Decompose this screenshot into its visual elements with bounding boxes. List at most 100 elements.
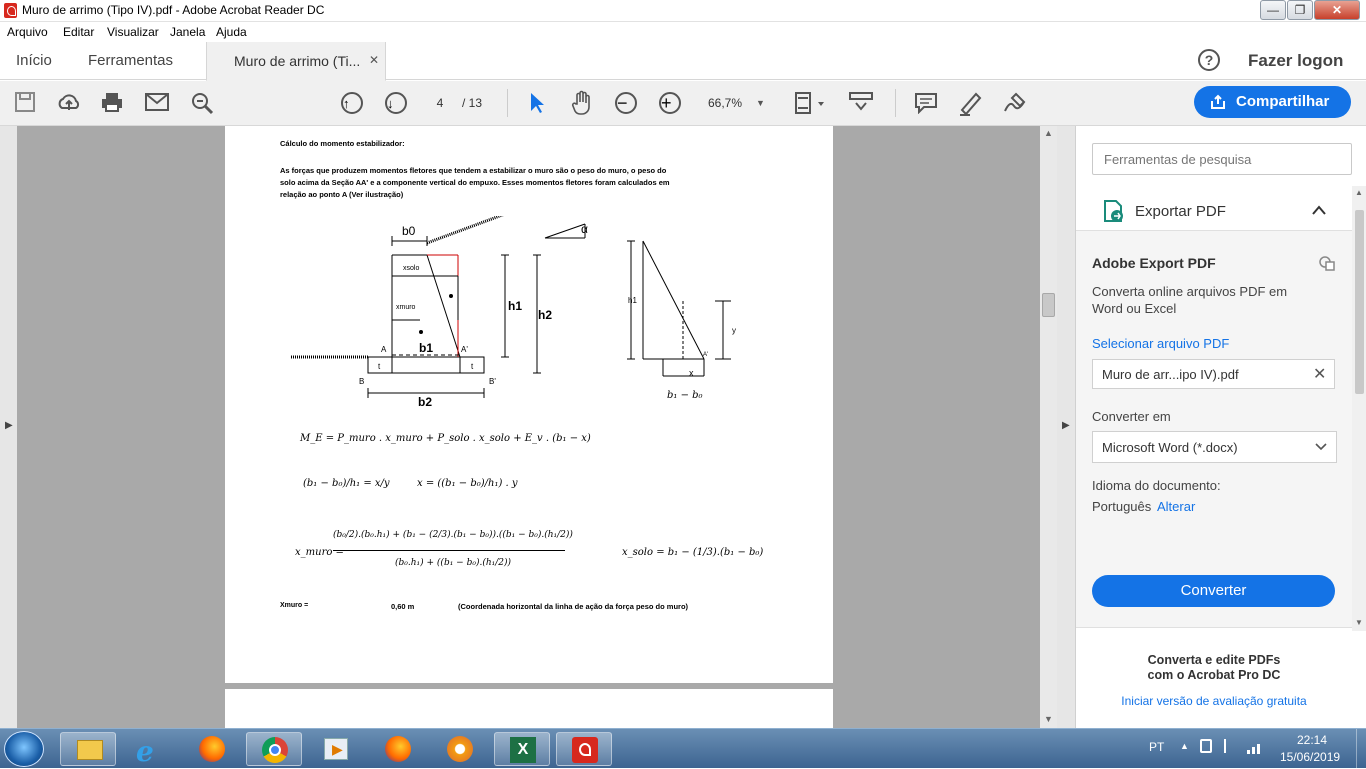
email-icon[interactable] <box>145 92 169 112</box>
page-number-input[interactable]: 4 <box>425 91 455 115</box>
excel-icon: X <box>510 737 536 763</box>
maximize-button[interactable]: ❐ <box>1287 0 1313 20</box>
next-page-icon[interactable]: ↓ <box>385 92 407 114</box>
tab-tools[interactable]: Ferramentas <box>88 52 173 69</box>
tray-expand-icon[interactable]: ▲ <box>1180 741 1189 751</box>
chrome-icon <box>262 737 288 763</box>
menu-arquivo[interactable]: Arquivo <box>7 25 48 39</box>
panel-scroll-thumb[interactable] <box>1355 210 1364 394</box>
taskbar-media-player[interactable]: ▶ <box>308 732 364 766</box>
media-player-icon: ▶ <box>324 738 348 760</box>
print-icon[interactable] <box>101 91 123 113</box>
zoom-search-icon[interactable] <box>190 91 214 115</box>
right-panel-toggle[interactable]: ▶ <box>1057 126 1075 728</box>
label-b0: b0 <box>402 224 416 238</box>
equation-xmuro-lhs: x_muro = <box>295 547 344 558</box>
label-b-prime: B' <box>489 377 496 386</box>
clear-file-icon[interactable]: ✕ <box>1313 364 1326 384</box>
page-fit-icon[interactable] <box>794 90 826 116</box>
convert-button[interactable]: Converter <box>1092 575 1335 607</box>
fraction-bar <box>333 550 565 551</box>
minimize-button[interactable]: — <box>1260 0 1286 20</box>
sign-icon[interactable] <box>1002 90 1028 116</box>
scroll-mode-icon[interactable] <box>848 91 874 115</box>
zoom-select[interactable]: 66,7% ▼ <box>698 91 770 115</box>
label-h2: h2 <box>538 308 553 322</box>
zoom-in-icon[interactable]: + <box>659 92 681 114</box>
convert-format-select[interactable]: Microsoft Word (*.docx) <box>1092 431 1337 463</box>
language-indicator[interactable]: PT <box>1149 740 1164 754</box>
label-t-left: t <box>378 362 381 371</box>
action-center-icon[interactable] <box>1200 739 1212 753</box>
tab-home[interactable]: Início <box>16 52 52 69</box>
equation-xmuro-denominator: (b₀.h₁) + ((b₁ − b₀).(h₁/2)) <box>395 558 512 568</box>
select-cursor-icon[interactable] <box>528 91 546 115</box>
select-file-link[interactable]: Selecionar arquivo PDF <box>1092 336 1229 351</box>
tab-document[interactable]: Muro de arrimo (Ti... ✕ <box>206 42 386 81</box>
clock-date[interactable]: 15/06/2019 <box>1280 750 1340 764</box>
panel-scrollbar[interactable]: ▲ ▼ <box>1352 186 1366 631</box>
taskbar-chrome[interactable] <box>246 732 302 766</box>
cloud-files-icon <box>1319 256 1335 271</box>
taskbar-firefox-2[interactable] <box>370 732 426 766</box>
clock-time[interactable]: 22:14 <box>1297 733 1327 747</box>
highlight-pen-icon[interactable] <box>958 90 982 116</box>
previous-page-icon[interactable]: ↑ <box>341 92 363 114</box>
change-language-link[interactable]: Alterar <box>1157 499 1195 514</box>
selected-file-name: Muro de arr...ipo IV).pdf <box>1102 367 1239 382</box>
convert-format-value: Microsoft Word (*.docx) <box>1102 440 1238 455</box>
label-b1: b1 <box>419 341 434 355</box>
save-icon[interactable] <box>14 91 36 113</box>
free-trial-link[interactable]: Iniciar versão de avaliação gratuita <box>1076 694 1352 708</box>
equation-ratio: (b₁ − b₀)/h₁ = x/y <box>303 478 390 489</box>
taskbar: e ▶ X PT ▲ 22:14 15/06/2019 <box>0 728 1366 769</box>
hand-tool-icon[interactable] <box>570 90 594 116</box>
equation-xsolo: x_solo = b₁ − (1/3).(b₁ − b₀) <box>622 547 764 558</box>
vertical-scrollbar[interactable]: ▲ ▼ <box>1040 126 1057 728</box>
scroll-down-icon[interactable]: ▼ <box>1044 714 1053 724</box>
scroll-up-icon[interactable]: ▲ <box>1044 128 1053 138</box>
label-t-right: t <box>471 362 474 371</box>
acrobat-app-icon <box>4 3 17 18</box>
label-b1-minus-b0: b₁ − b₀ <box>667 390 703 401</box>
close-window-button[interactable]: ✕ <box>1314 0 1360 20</box>
menu-ajuda[interactable]: Ajuda <box>216 25 247 39</box>
taskbar-firefox[interactable] <box>184 732 240 766</box>
taskbar-explorer[interactable] <box>60 732 116 766</box>
scroll-thumb[interactable] <box>1042 293 1055 317</box>
menu-editar[interactable]: Editar <box>63 25 94 39</box>
menu-janela[interactable]: Janela <box>170 25 205 39</box>
toolbar-divider-2 <box>895 89 896 117</box>
taskbar-excel[interactable]: X <box>494 732 550 766</box>
result-label: Xmuro = <box>280 602 309 609</box>
cloud-upload-icon[interactable] <box>57 91 81 113</box>
taskbar-acrobat[interactable] <box>556 732 612 766</box>
login-link[interactable]: Fazer logon <box>1248 51 1343 71</box>
panel-scroll-up-icon[interactable]: ▲ <box>1355 188 1363 197</box>
selected-file-field[interactable]: Muro de arr...ipo IV).pdf ✕ <box>1092 359 1335 389</box>
firefox-icon <box>199 736 225 762</box>
tools-search-input[interactable] <box>1092 143 1352 175</box>
help-icon[interactable]: ? <box>1198 49 1220 71</box>
label-alpha: α <box>581 222 588 236</box>
share-button[interactable]: Compartilhar <box>1194 86 1351 118</box>
chevron-up-icon[interactable] <box>1312 205 1326 215</box>
tab-close-icon[interactable]: ✕ <box>369 53 379 67</box>
zoom-out-icon[interactable]: − <box>615 92 637 114</box>
folder-icon <box>77 740 103 760</box>
left-panel-toggle[interactable]: ▶ <box>0 126 17 728</box>
export-pdf-title[interactable]: Exportar PDF <box>1135 203 1226 220</box>
flag-icon[interactable] <box>1224 739 1234 753</box>
start-button[interactable] <box>4 731 44 767</box>
ie-icon: e <box>136 735 154 768</box>
tools-panel: Exportar PDF Adobe Export PDF Converta o… <box>1075 126 1366 728</box>
menu-visualizar[interactable]: Visualizar <box>107 25 159 39</box>
taskbar-ie[interactable]: e <box>122 732 178 768</box>
panel-scroll-down-icon[interactable]: ▼ <box>1355 618 1363 627</box>
show-desktop-button[interactable] <box>1356 729 1366 769</box>
comment-icon[interactable] <box>914 92 938 114</box>
signal-icon[interactable] <box>1246 739 1264 755</box>
label-h1: h1 <box>508 299 523 313</box>
tab-document-label: Muro de arrimo (Ti... <box>234 53 361 69</box>
taskbar-app[interactable] <box>432 732 488 766</box>
